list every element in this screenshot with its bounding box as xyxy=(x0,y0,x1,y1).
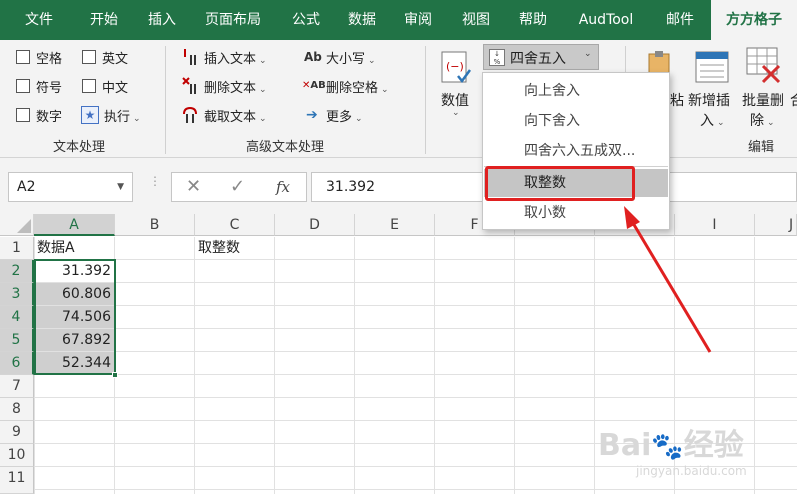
watermark-logo: Bai🐾经验 xyxy=(598,428,744,463)
watermark-url: jingyan.baidu.com xyxy=(636,464,747,478)
